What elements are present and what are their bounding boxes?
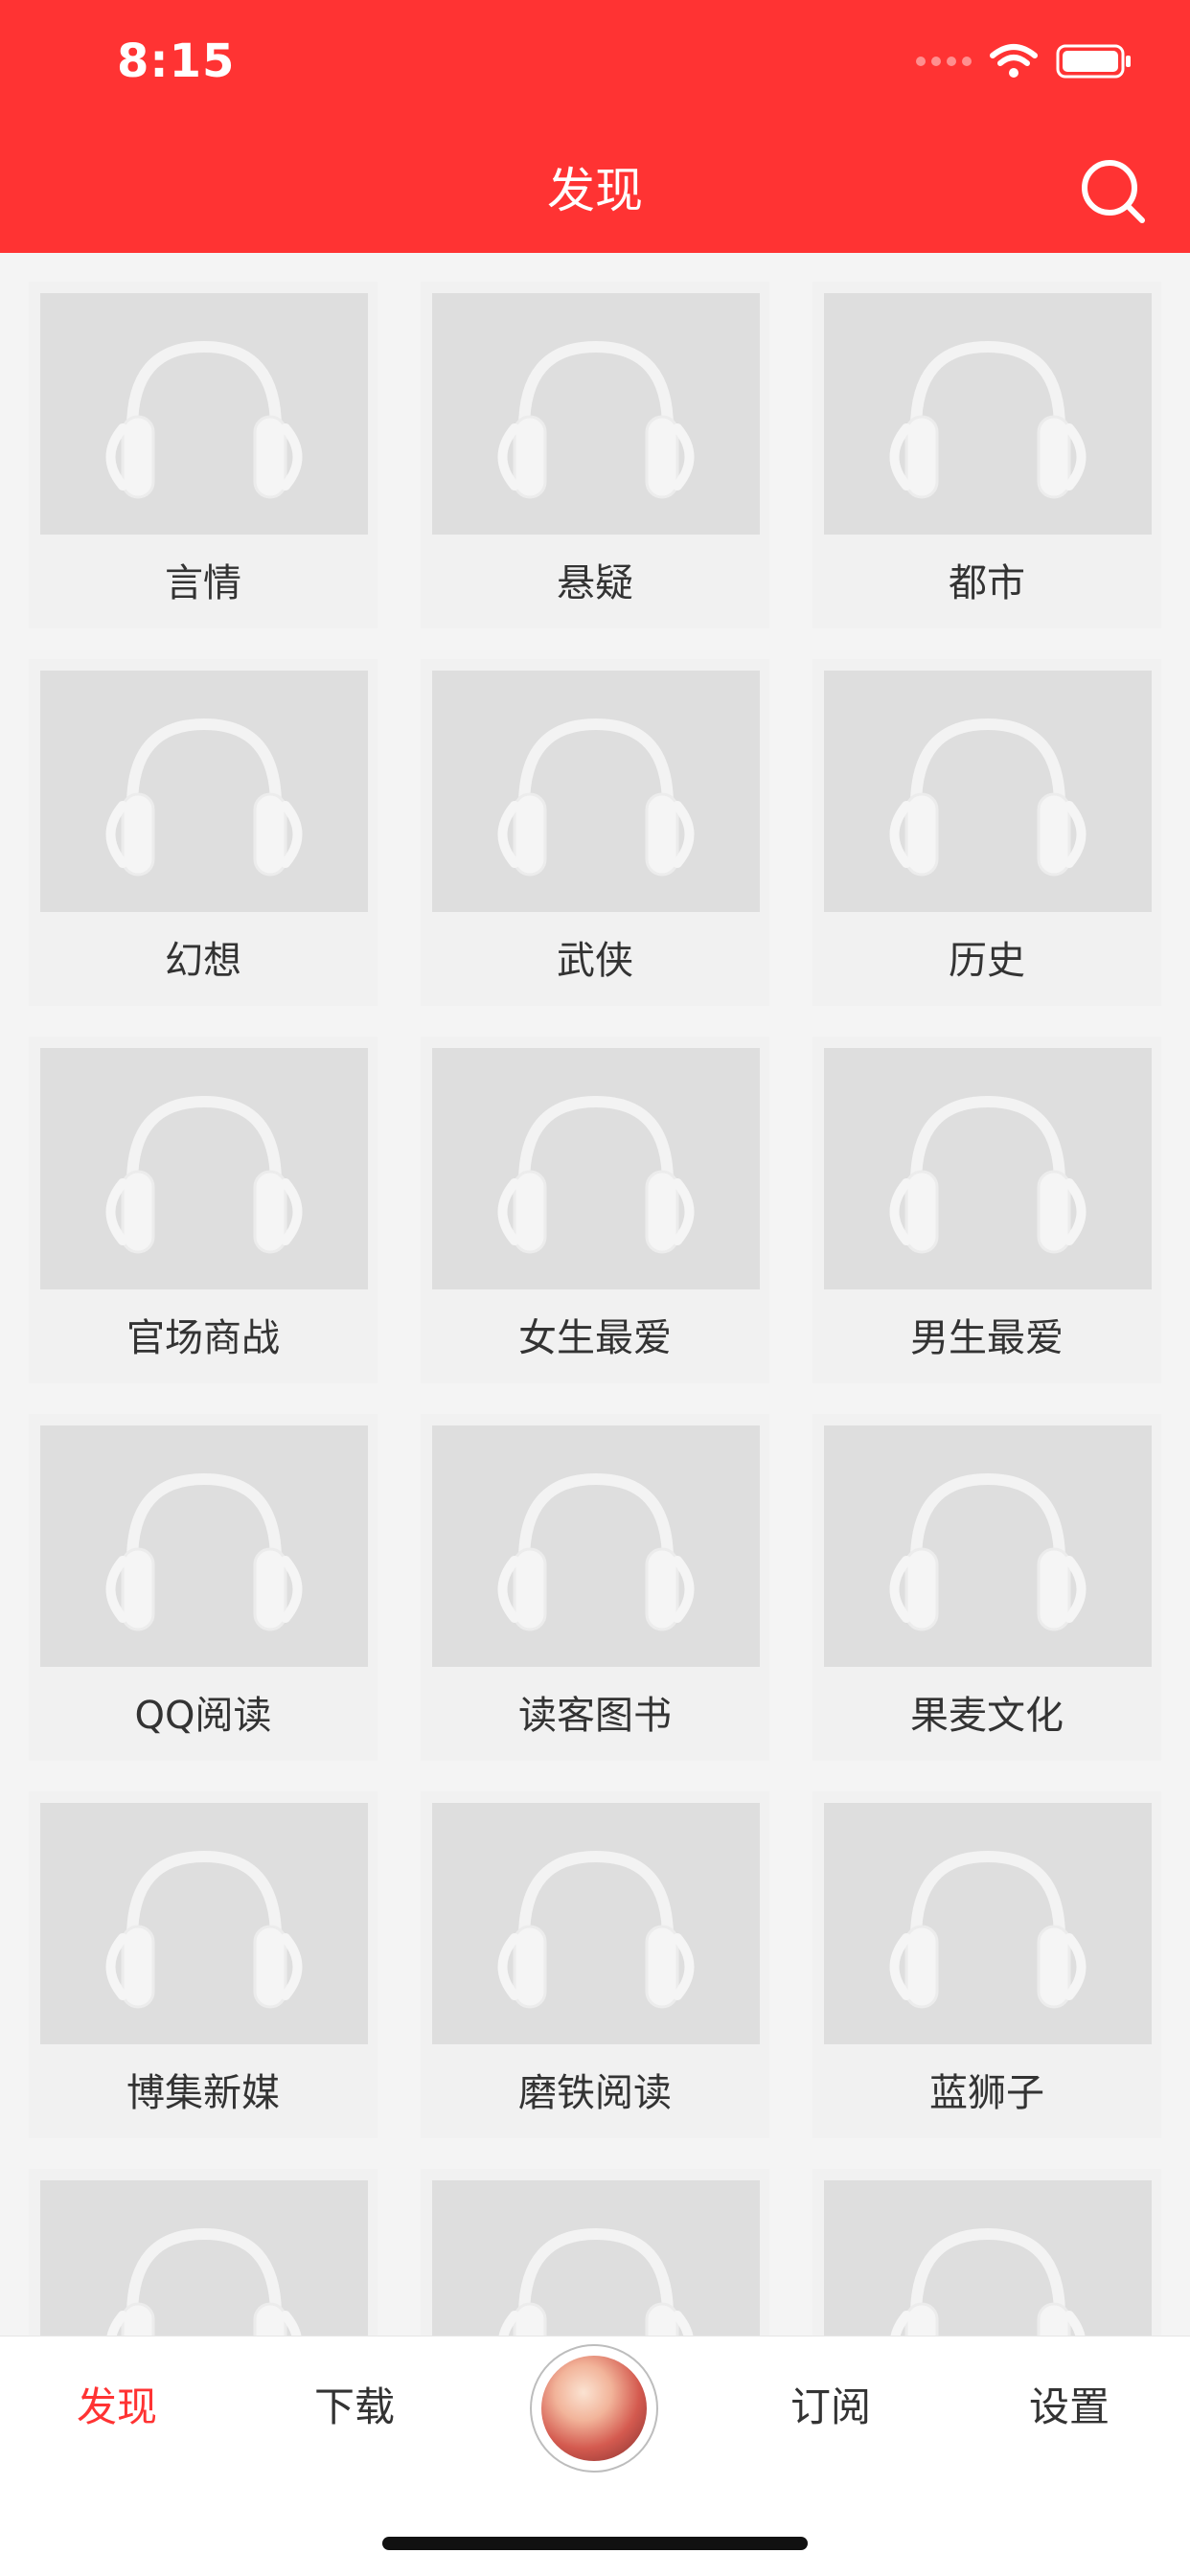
headphones-icon [889,718,1087,877]
category-cover [432,1425,760,1667]
headphones-icon [105,718,303,877]
search-button[interactable] [1075,153,1152,230]
category-cover [824,671,1152,912]
category-label: 蓝狮子 [929,2071,1044,2115]
category-label: 悬疑 [557,561,633,605]
headphones-icon [105,1850,303,2009]
category-cover [40,1048,368,1289]
wifi-icon [990,44,1038,78]
headphones-icon [105,340,303,499]
headphones-icon [105,1472,303,1631]
category-cover [824,293,1152,535]
category-label: QQ阅读 [134,1694,272,1738]
category-cover [432,671,760,912]
category-cover [432,1803,760,2044]
category-label: 女生最爱 [518,1316,672,1360]
signal-icon [916,57,972,66]
category-tile[interactable]: 男生最爱 [812,1037,1161,1383]
category-tile[interactable]: 武侠 [421,659,769,1006]
status-time: 8:15 [117,34,236,88]
category-tile[interactable]: 蓝狮子 [812,1791,1161,2138]
tab-download[interactable]: 下载 [259,2379,450,2436]
category-label: 都市 [949,561,1025,605]
headphones-icon [497,1850,695,2009]
category-cover [40,671,368,912]
category-label: 读客图书 [518,1694,672,1738]
headphones-icon [497,340,695,499]
category-tile[interactable]: 历史 [812,659,1161,1006]
category-tile[interactable]: 悬疑 [421,282,769,628]
category-cover [432,293,760,535]
category-cover [824,1048,1152,1289]
category-label: 男生最爱 [910,1316,1064,1360]
category-label: 武侠 [557,939,633,983]
category-tile[interactable]: 女生最爱 [421,1037,769,1383]
category-tile[interactable]: 都市 [812,282,1161,628]
category-tile[interactable]: 果麦文化 [812,1414,1161,1761]
category-label: 博集新媒 [126,2071,280,2115]
category-cover [40,1425,368,1667]
category-cover [824,1803,1152,2044]
category-cover [824,1425,1152,1667]
headphones-icon [889,1095,1087,1254]
headphones-icon [889,340,1087,499]
battery-icon [1056,44,1131,79]
app-header: 8:15 发现 [0,0,1190,253]
category-cover [432,1048,760,1289]
category-label: 言情 [165,561,241,605]
category-cover [40,293,368,535]
headphones-icon [889,1472,1087,1631]
category-tile[interactable]: 读客图书 [421,1414,769,1761]
avatar [541,2356,647,2461]
headphones-icon [497,1472,695,1631]
category-tile[interactable]: QQ阅读 [29,1414,378,1761]
category-label: 果麦文化 [910,1694,1064,1738]
category-label: 磨铁阅读 [518,2071,672,2115]
category-label: 幻想 [165,939,241,983]
status-indicators [916,42,1133,80]
category-cover [40,1803,368,2044]
category-tile[interactable]: 言情 [29,282,378,628]
tab-settings[interactable]: 设置 [973,2379,1165,2436]
tab-discover[interactable]: 发现 [21,2379,213,2436]
category-tile[interactable]: 官场商战 [29,1037,378,1383]
category-label: 官场商战 [126,1316,280,1360]
page-title: 发现 [547,163,643,218]
search-icon [1082,160,1145,223]
category-tile[interactable]: 博集新媒 [29,1791,378,2138]
category-tile[interactable]: 幻想 [29,659,378,1006]
tab-subscribe[interactable]: 订阅 [735,2379,927,2436]
category-label: 历史 [949,939,1025,983]
category-tile[interactable]: 磨铁阅读 [421,1791,769,2138]
headphones-icon [889,1850,1087,2009]
home-indicator [382,2537,808,2550]
headphones-icon [497,1095,695,1254]
now-playing-avatar[interactable] [530,2344,658,2473]
headphones-icon [497,718,695,877]
headphones-icon [105,1095,303,1254]
